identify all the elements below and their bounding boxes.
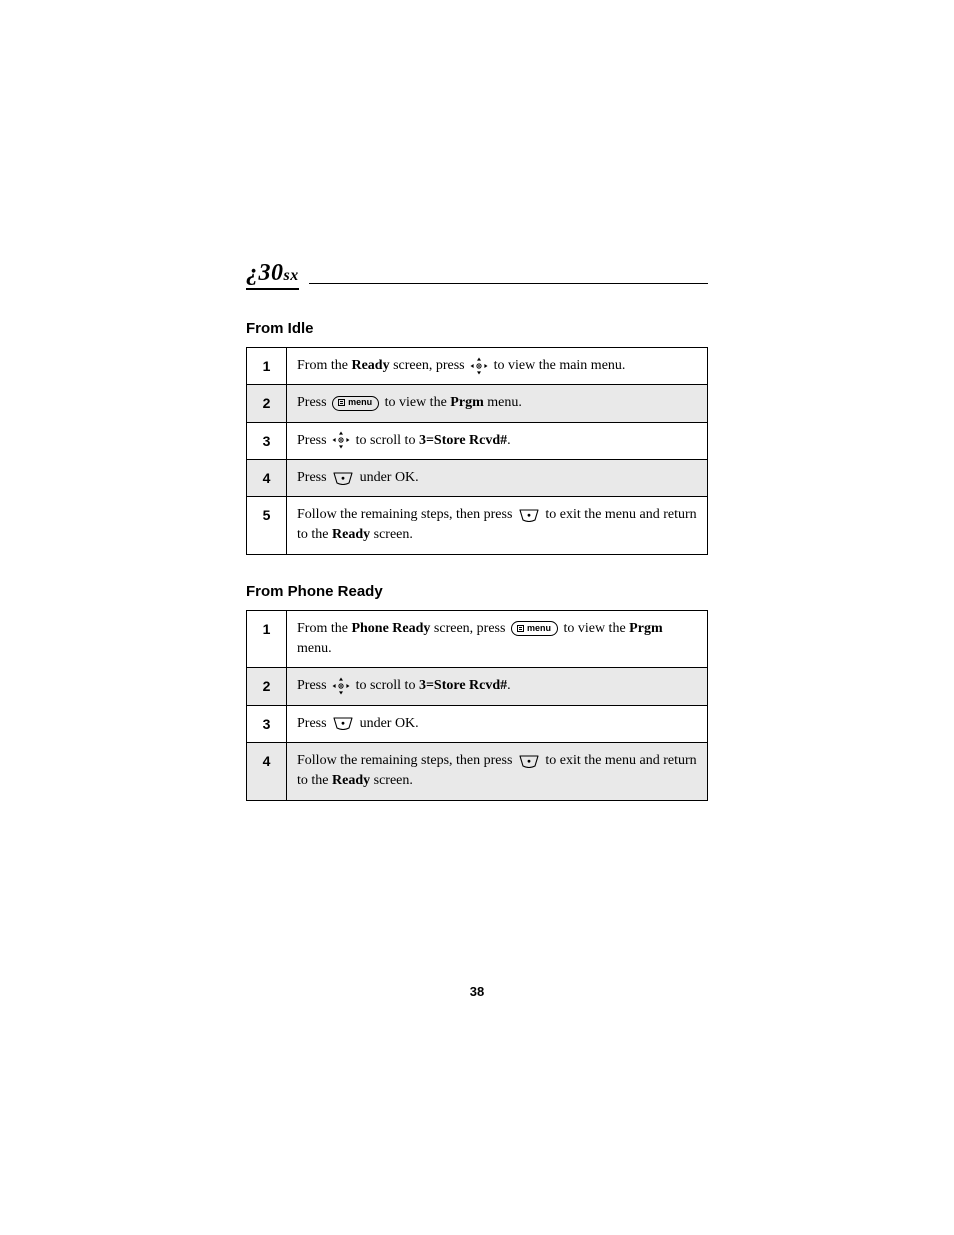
header-rule (309, 283, 708, 284)
ok-key-icon (332, 471, 354, 485)
steps-table-idle: 1From the Ready screen, press to view th… (246, 347, 708, 555)
table-row: 4Press under OK. (247, 459, 708, 496)
table-row: 2Press to scroll to 3=Store Rcvd#. (247, 668, 708, 705)
menu-key-icon: menu (332, 396, 379, 411)
step-number: 3 (247, 705, 287, 742)
ok-key-icon (518, 508, 540, 522)
table-row: 3Press under OK. (247, 705, 708, 742)
ok-key-icon (518, 754, 540, 768)
scroll-key-icon (332, 431, 350, 449)
steps-table-phone-ready: 1From the Phone Ready screen, press menu… (246, 610, 708, 801)
step-text: Follow the remaining steps, then press t… (287, 742, 708, 800)
table-row: 1From the Ready screen, press to view th… (247, 348, 708, 385)
scroll-key-icon (332, 677, 350, 695)
step-text: Follow the remaining steps, then press t… (287, 497, 708, 555)
section-title-idle: From Idle (246, 320, 708, 337)
scroll-key-icon (470, 357, 488, 375)
step-text: Press to scroll to 3=Store Rcvd#. (287, 668, 708, 705)
step-number: 5 (247, 497, 287, 555)
section-title-phone-ready: From Phone Ready (246, 583, 708, 600)
step-text: From the Ready screen, press to view the… (287, 348, 708, 385)
step-text: Press to scroll to 3=Store Rcvd#. (287, 422, 708, 459)
step-number: 3 (247, 422, 287, 459)
table-row: 1From the Phone Ready screen, press menu… (247, 610, 708, 668)
table-row: 4Follow the remaining steps, then press … (247, 742, 708, 800)
menu-key-icon: menu (511, 621, 558, 636)
step-number: 2 (247, 385, 287, 422)
step-number: 1 (247, 610, 287, 668)
step-number: 1 (247, 348, 287, 385)
page-header: ¿30sx (246, 260, 708, 290)
step-text: Press under OK. (287, 459, 708, 496)
ok-key-icon (332, 716, 354, 730)
step-number: 4 (247, 742, 287, 800)
step-text: Press menu to view the Prgm menu. (287, 385, 708, 422)
page-number: 38 (470, 984, 484, 999)
model-badge: ¿30sx (246, 260, 299, 290)
table-row: 2Press menu to view the Prgm menu. (247, 385, 708, 422)
step-number: 4 (247, 459, 287, 496)
step-number: 2 (247, 668, 287, 705)
table-row: 5Follow the remaining steps, then press … (247, 497, 708, 555)
table-row: 3Press to scroll to 3=Store Rcvd#. (247, 422, 708, 459)
step-text: From the Phone Ready screen, press menu … (287, 610, 708, 668)
step-text: Press under OK. (287, 705, 708, 742)
